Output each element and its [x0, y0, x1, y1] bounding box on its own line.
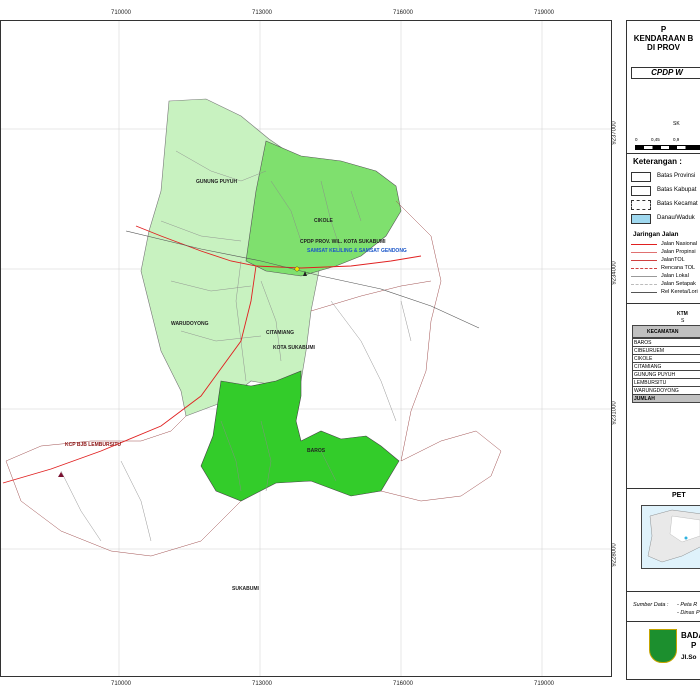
- x-tick-bottom-1: 710000: [111, 681, 132, 687]
- road-label-rencana-tol: Rencana TOL: [661, 265, 696, 271]
- legend-kecamatan-swatch: [631, 200, 651, 210]
- kcp-marker: [58, 472, 64, 477]
- table-sub: S: [681, 318, 685, 324]
- scale-tick-1: 0,45: [651, 137, 660, 142]
- kec-row-3: CIKOLE: [632, 354, 700, 363]
- x-tick-top-1: 710000: [111, 10, 132, 16]
- label-kcp: KCP BJB LEMBURSITU: [65, 442, 122, 448]
- sumber-label: Sumber Data :: [633, 602, 669, 608]
- title-block: P KENDARAAN B DI PROV: [627, 25, 700, 52]
- sumber-line-1: - Peta R: [677, 602, 698, 608]
- title-line-1: P: [660, 25, 667, 34]
- legend-kabupaten-label: Batas Kabupat: [657, 187, 697, 193]
- inset-map-svg: [647, 509, 700, 563]
- kec-row-5: GUNUNG PUYUH: [632, 370, 700, 379]
- inset-map: [641, 505, 700, 569]
- cpdp-marker: [294, 266, 300, 272]
- label-baros: BAROS: [307, 448, 326, 454]
- title-line-3: DI PROV: [647, 43, 680, 52]
- road-label-rel: Rel Kereta/Lori: [661, 289, 698, 295]
- org-name: BADA: [681, 631, 700, 640]
- y-tick-1: 9237000: [611, 121, 618, 145]
- scale-tick-2: 0,9: [673, 137, 680, 142]
- kec-row-7: WARUNGDOYONG: [632, 386, 700, 395]
- map-canvas[interactable]: GUNUNG PUYUH CIKOLE WARUDOYONG CITAMIANG…: [0, 20, 612, 677]
- region-bright-green: [200, 370, 400, 502]
- x-tick-top-3: 716000: [393, 10, 414, 16]
- x-tick-bottom-2: 713000: [252, 681, 273, 687]
- label-cikole: CIKOLE: [314, 218, 333, 224]
- label-warudoyong: WARUDOYONG: [171, 321, 209, 327]
- subtitle: CPDP W: [631, 67, 700, 79]
- x-tick-bottom-3: 716000: [393, 681, 414, 687]
- x-tick-top-4: 719000: [534, 10, 555, 16]
- kec-row-2: CIBEURUEM: [632, 346, 700, 355]
- road-label-nasional: Jalan Nasional: [661, 241, 698, 247]
- scale-bar: [635, 145, 700, 150]
- y-tick-3: 9231000: [611, 401, 618, 425]
- legend-danau-swatch: [631, 214, 651, 224]
- table-title: KTM: [677, 311, 688, 317]
- y-tick-4: 9228000: [611, 543, 618, 567]
- scale-label: SK: [673, 121, 680, 127]
- label-kota-sukabumi: KOTA SUKABUMI: [273, 345, 315, 351]
- keterangan-title: Keterangan :: [633, 157, 682, 166]
- kecamatan-table: BAROS CIBEURUEM CIKOLE CITAMIANG GUNUNG …: [632, 338, 700, 403]
- map-frame: 710000 713000 716000 719000 710000 71300…: [0, 0, 700, 700]
- x-tick-top-2: 713000: [252, 10, 273, 16]
- label-sukabumi: SUKABUMI: [232, 586, 259, 592]
- title-line-2: KENDARAAN B: [633, 34, 694, 43]
- legend-panel: P KENDARAAN B DI PROV CPDP W SK 0 0,45 0…: [626, 20, 700, 680]
- kec-total: JUMLAH: [632, 394, 700, 403]
- label-samsat: SAMSAT KELILING & SAMSAT GENDONG: [307, 248, 407, 254]
- scale-tick-0: 0: [635, 137, 638, 142]
- label-citamiang: CITAMIANG: [266, 330, 294, 336]
- road-label-lokal: Jalan Lokal: [661, 273, 689, 279]
- label-cpdp: CPDP PROV. WIL. KOTA SUKABUMI: [300, 239, 386, 245]
- road-label-propinsi: Jalan Propinsi: [661, 249, 696, 255]
- legend-danau-label: Danau/Waduk: [657, 215, 695, 221]
- road-label-setapak: Jalan Setapak: [661, 281, 696, 287]
- kec-row-4: CITAMIANG: [632, 362, 700, 371]
- y-tick-2: 9234000: [611, 261, 618, 285]
- org-line-2: P: [691, 641, 697, 650]
- kec-row-6: LEMBURSITU: [632, 378, 700, 387]
- legend-kabupaten-swatch: [631, 186, 651, 196]
- org-address: Jl.So: [681, 654, 697, 661]
- sumber-line-2: - Dinas P: [677, 610, 700, 616]
- label-gunung-puyuh: GUNUNG PUYUH: [196, 179, 238, 185]
- legend-kecamatan-label: Batas Kecamat: [657, 201, 698, 207]
- kec-row-1: BAROS: [632, 338, 700, 347]
- legend-provinsi-swatch: [631, 172, 651, 182]
- legend-provinsi-label: Batas Provinsi: [657, 173, 696, 179]
- table-header: KECAMATAN: [632, 325, 700, 338]
- jaringan-title: Jaringan Jalan: [633, 231, 679, 238]
- region-medium-green: [245, 140, 402, 277]
- road-label-tol: JalanTOL: [661, 257, 685, 263]
- peta-title: PET: [672, 492, 686, 499]
- org-logo-icon: [649, 629, 677, 663]
- x-tick-bottom-4: 719000: [534, 681, 555, 687]
